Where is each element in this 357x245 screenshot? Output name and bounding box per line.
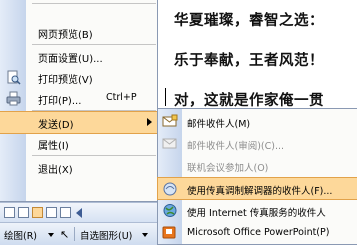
menu-item-label: 发送(D) — [38, 120, 74, 131]
chevron-down-icon — [48, 233, 54, 237]
document-line-1: 华夏璀璨，睿智之选： — [174, 12, 324, 29]
printer-icon — [6, 91, 21, 106]
submenu-item-label: Microsoft Office PowerPoint(P) — [187, 227, 330, 238]
menu-separator — [32, 44, 156, 45]
chevron-down-icon — [142, 233, 148, 237]
menu-item-label: 属性(I) — [38, 141, 69, 152]
menu-item-label: 退出(X) — [38, 165, 73, 176]
submenu-item-label: 邮件收件人(M) — [187, 119, 251, 130]
menu-item-send-to[interactable]: 发送(D) — [0, 111, 158, 134]
submenu-item-mail-recipient[interactable]: 邮件收件人(M) — [158, 111, 357, 132]
print-layout-view-button[interactable] — [32, 207, 43, 218]
autoshapes-menu-button[interactable]: 自选图形(U) — [80, 228, 132, 242]
menu-item-label: 打印预览(V) — [38, 75, 93, 86]
menu-separator — [32, 155, 156, 156]
powerpoint-icon — [162, 225, 178, 240]
menu-item-shortcut: Ctrl+P — [106, 92, 137, 103]
menu-item-exit[interactable]: 退出(X) — [0, 157, 157, 178]
menu-item-print-preview[interactable]: 打印预览(V) — [0, 67, 157, 88]
document-line-2: 乐于奉献，王者风范！ — [174, 52, 324, 69]
submenu-item-fax-modem[interactable]: 使用传真调制解调器的收件人(F)... — [157, 177, 357, 200]
web-view-button[interactable] — [18, 207, 29, 218]
submenu-item-label: 使用传真调制解调器的收件人(F)... — [187, 186, 333, 197]
menu-item-label: 网页预览(B) — [38, 30, 93, 41]
menu-item-properties[interactable]: 属性(I) — [0, 133, 157, 154]
normal-view-button[interactable] — [4, 207, 15, 218]
draw-menu-button[interactable]: 绘图(R) — [4, 228, 37, 242]
submenu-item-label: 使用 Internet 传真服务的收件人 — [187, 208, 326, 219]
toolbar-separator — [74, 227, 75, 241]
submenu-item-powerpoint[interactable]: Microsoft Office PowerPoint(P) — [158, 222, 357, 243]
mail-icon — [162, 114, 178, 129]
submenu-item-mail-review[interactable]: 邮件收件人(审阅)(C)... — [158, 133, 357, 154]
fax-modem-icon — [162, 181, 178, 196]
outline-view-button[interactable] — [46, 207, 57, 218]
menu-item-print[interactable]: 打印(P)... Ctrl+P — [0, 88, 157, 109]
submenu-arrow-icon — [147, 118, 152, 126]
internet-fax-icon — [162, 203, 178, 218]
submenu-item-internet-fax[interactable]: 使用 Internet 传真服务的收件人 — [158, 200, 357, 221]
menu-item-web-preview[interactable]: 网页预览(B) — [0, 22, 157, 43]
drawing-toolbar: 绘图(R) ↖ 自选图形(U) — [0, 222, 157, 245]
reading-view-button[interactable] — [60, 207, 71, 218]
document-line-3: 对，这就是作家俺一贯 — [174, 92, 324, 109]
menu-separator — [32, 3, 156, 4]
menu-separator — [32, 110, 156, 111]
scroll-left-icon[interactable] — [76, 208, 82, 218]
menu-item-label: 页面设置(U)... — [38, 54, 103, 65]
submenu-item-online-meeting[interactable]: 联机会议参加人(O) — [158, 155, 357, 176]
mail-review-icon — [162, 136, 178, 151]
file-menu: 网页预览(B) 页面设置(U)... 打印预览(V) 打印(P)... Ctrl… — [0, 0, 158, 202]
menu-item-page-setup[interactable]: 页面设置(U)... — [0, 46, 157, 67]
select-objects-icon[interactable]: ↖ — [60, 228, 69, 241]
text-cursor — [165, 88, 166, 106]
send-to-submenu: 邮件收件人(M) 邮件收件人(审阅)(C)... 联机会议参加人(O) 使用传真… — [157, 108, 357, 245]
print-preview-icon — [6, 70, 21, 85]
menu-item-label: 打印(P)... — [38, 96, 82, 107]
submenu-item-label: 邮件收件人(审阅)(C)... — [187, 141, 285, 152]
submenu-item-label: 联机会议参加人(O) — [187, 163, 269, 174]
view-buttons-bar — [0, 202, 157, 222]
